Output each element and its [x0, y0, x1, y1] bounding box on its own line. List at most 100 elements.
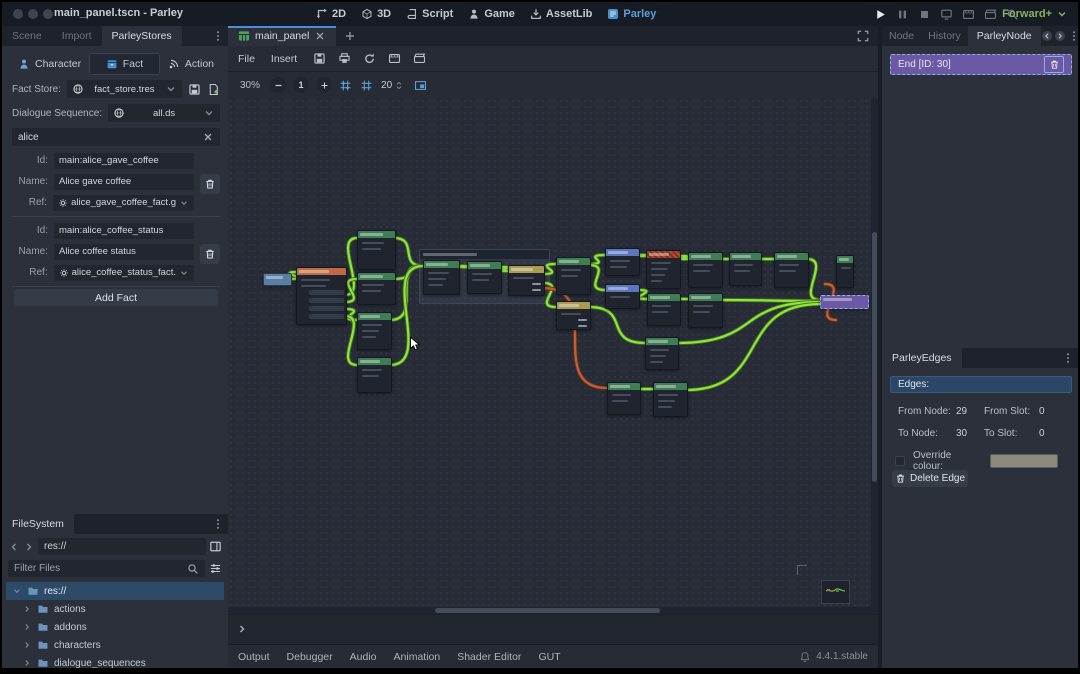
chevron-right-icon[interactable] — [22, 604, 32, 614]
update-bell-icon[interactable] — [799, 651, 811, 663]
history-forward-icon[interactable] — [23, 541, 35, 553]
graph-node-green[interactable] — [688, 252, 723, 288]
add-fact-button[interactable]: Add Fact — [14, 289, 218, 306]
bottom-panel-debugger[interactable]: Debugger — [287, 651, 333, 663]
graph-node-green[interactable] — [836, 255, 854, 288]
graph-node-green[interactable] — [645, 337, 679, 370]
fs-tree-item-addons[interactable]: addons — [6, 618, 224, 636]
graph-node-orange[interactable] — [296, 267, 347, 325]
minimap-toggle-icon[interactable] — [414, 79, 427, 92]
tab-main-panel[interactable]: main_panel — [228, 26, 336, 46]
graph-node-end[interactable] — [820, 295, 869, 309]
v-scrollbar-thumb[interactable] — [872, 232, 877, 482]
store-tab-character[interactable]: Character — [10, 54, 89, 74]
fs-tree-item-res[interactable]: res:// — [6, 582, 224, 600]
chevron-right-icon[interactable] — [22, 658, 32, 668]
tab-scene[interactable]: Scene — [2, 26, 52, 46]
bottom-panel-output[interactable]: Output — [238, 651, 270, 663]
fact-search-input[interactable]: alice — [12, 128, 220, 146]
fact-ref-dropdown[interactable]: alice_coffee_status_fact. — [54, 265, 194, 281]
main-menu-parley[interactable]: Parley — [607, 8, 656, 20]
tab-import[interactable]: Import — [52, 26, 102, 46]
bottom-panel-shader-editor[interactable]: Shader Editor — [457, 651, 521, 663]
tab-parleyedges[interactable]: ParleyEdges — [882, 348, 962, 368]
h-scrollbar-thumb[interactable] — [435, 608, 660, 613]
fact-name-field[interactable]: Alice coffee status — [54, 244, 194, 260]
traffic-light-zoom[interactable] — [43, 9, 53, 19]
fs-tree-item-dialogue_sequences[interactable]: dialogue_sequences — [6, 654, 224, 668]
bottom-panel-gut[interactable]: GUT — [538, 651, 560, 663]
graph-node-olive[interactable] — [508, 265, 545, 296]
bottom-panel-animation[interactable]: Animation — [394, 651, 441, 663]
graph-node-green[interactable] — [423, 260, 460, 295]
inspector-forward-icon[interactable] — [1054, 30, 1066, 42]
pause-icon[interactable] — [896, 8, 909, 21]
distraction-free-icon[interactable] — [856, 29, 870, 43]
save-store-icon[interactable] — [188, 83, 201, 96]
grid-size-value[interactable]: 20 — [381, 80, 392, 91]
sort-options-icon[interactable] — [209, 562, 222, 575]
store-tab-action[interactable]: Action — [160, 54, 222, 74]
main-menu-3d[interactable]: 3D — [361, 8, 391, 20]
chevron-right-icon[interactable] — [22, 622, 32, 632]
fs-filter-input[interactable]: Filter Files — [8, 560, 205, 577]
tab-parleynode[interactable]: ParleyNode — [968, 26, 1041, 46]
graph-node-green[interactable] — [653, 382, 688, 417]
graph-node-green[interactable] — [357, 230, 396, 270]
override-colour-checkbox[interactable] — [894, 455, 906, 467]
dock-menu-icon[interactable] — [1068, 29, 1080, 43]
delete-edge-button[interactable]: Delete Edge — [892, 470, 968, 487]
main-menu-assetlib[interactable]: AssetLib — [530, 8, 592, 20]
colour-swatch[interactable] — [990, 454, 1058, 468]
main-menu-game[interactable]: Game — [468, 8, 515, 20]
zoom-out-button[interactable] — [270, 77, 286, 93]
graph-node-green[interactable] — [729, 252, 762, 286]
fact-name-field[interactable]: Alice gave coffee — [54, 174, 194, 190]
graph-node-green[interactable] — [647, 293, 681, 326]
graph-node-striped[interactable] — [646, 250, 681, 289]
graph-node-blue[interactable] — [605, 284, 640, 309]
expand-bottom-panel-icon[interactable] — [236, 623, 248, 635]
store-tab-fact[interactable]: Fact — [89, 53, 160, 75]
renderer-select[interactable]: Forward+ — [1002, 2, 1068, 26]
graph-node-blue[interactable] — [605, 248, 640, 276]
inspector-back-icon[interactable] — [1041, 30, 1053, 42]
dock-menu-icon[interactable] — [212, 517, 224, 531]
grid-size-spinner[interactable] — [394, 79, 404, 92]
delete-node-button[interactable] — [1044, 56, 1064, 73]
clapper-icon[interactable] — [413, 52, 426, 65]
zoom-in-button[interactable] — [316, 77, 332, 93]
main-menu-2d[interactable]: 2D — [316, 8, 346, 20]
main-menu-script[interactable]: Script — [406, 8, 453, 20]
new-resource-icon[interactable] — [207, 83, 220, 96]
graph-node-green[interactable] — [357, 312, 392, 350]
delete-fact-button[interactable] — [200, 174, 220, 194]
close-tab-icon[interactable] — [314, 30, 326, 42]
stop-icon[interactable] — [918, 8, 931, 21]
fact-store-dropdown[interactable]: fact_store.tres — [67, 80, 182, 98]
new-tab-icon[interactable] — [344, 30, 356, 42]
fs-tree-item-actions[interactable]: actions — [6, 600, 224, 618]
snap-grid-icon[interactable] — [339, 79, 352, 92]
tab-filesystem[interactable]: FileSystem — [2, 514, 74, 534]
tab-history[interactable]: History — [921, 26, 968, 46]
graph-node-green[interactable] — [556, 257, 591, 295]
chevron-right-icon[interactable] — [22, 640, 32, 650]
delete-fact-button[interactable] — [200, 244, 220, 264]
graph-node-green[interactable] — [774, 252, 809, 288]
traffic-light-close[interactable] — [13, 9, 23, 19]
clapper-icon[interactable] — [984, 8, 997, 21]
printer-icon[interactable] — [338, 52, 351, 65]
fs-tree-item-characters[interactable]: characters — [6, 636, 224, 654]
edges-header[interactable]: Edges: — [890, 376, 1072, 393]
fact-ref-dropdown[interactable]: alice_gave_coffee_fact.g — [53, 195, 194, 211]
menu-file[interactable]: File — [238, 53, 255, 65]
dialogue-sequence-dropdown[interactable]: all.ds — [108, 104, 220, 122]
graph-node-green[interactable] — [357, 357, 392, 393]
movie-icon[interactable] — [962, 8, 975, 21]
monitor-icon[interactable] — [940, 8, 953, 21]
fact-id-field[interactable]: main:alice_coffee_status — [54, 223, 194, 239]
clear-search-icon[interactable] — [202, 131, 214, 143]
fact-id-field[interactable]: main:alice_gave_coffee — [54, 153, 194, 169]
tab-parleystores[interactable]: ParleyStores — [102, 26, 182, 46]
